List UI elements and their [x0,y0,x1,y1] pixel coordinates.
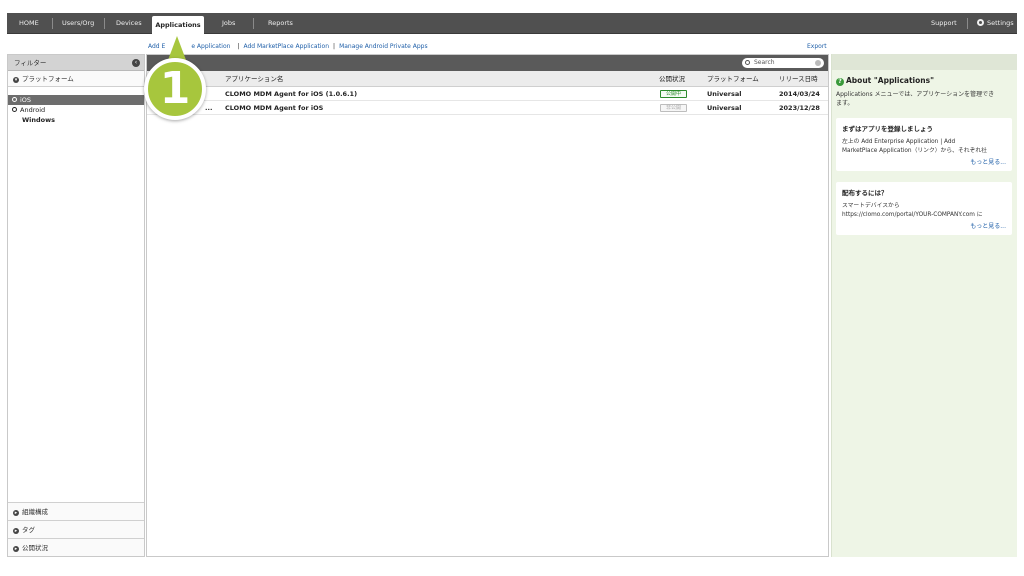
nav-settings-label: Settings [987,19,1014,27]
publish-status-section-header[interactable]: ▸ 公開状況 [8,538,144,556]
column-header-status[interactable]: 公開状況 [659,71,685,87]
release-date-cell: 2023/12/28 [779,104,820,112]
gear-icon [977,19,984,26]
card-text: 左上の Add Enterprise Application | Add [842,139,956,145]
filter-bottom-sections: ▸ 組織構成 ▸ タグ ▸ 公開状況 [8,502,144,556]
card-title: まずはアプリを登録しましょう [842,125,933,133]
radio-icon [12,107,17,112]
help-panel: ? About "Applications" Applications メニューで… [831,54,1017,557]
platform-label: iOS [20,96,32,104]
nav-reports[interactable]: Reports [268,13,293,34]
nav-devices[interactable]: Devices [116,13,142,34]
filter-title: フィルター [14,59,47,67]
platform-section-header[interactable]: ▾ プラットフォーム [8,71,144,87]
platform-filter-list: iOS Android Windows [8,87,144,125]
chevron-down-icon: ▾ [13,77,19,83]
list-toolbar: Search [147,55,828,71]
link-text-start: Add E [148,43,166,50]
section-label: タグ [22,526,35,534]
manage-android-private-apps-link[interactable]: Manage Android Private Apps [339,43,428,50]
org-section-header[interactable]: ▸ 組織構成 [8,502,144,520]
platform-label: Windows [22,116,56,124]
nav-divider [253,18,254,29]
filter-panel: フィルター ‹ ▾ プラットフォーム iOS Android Windows ▸ 組… [7,54,145,557]
platform-label: Android [20,106,46,114]
status-badge: 公開中 [660,90,688,98]
app-name[interactable]: CLOMO MDM Agent for iOS (1.0.6.1) [225,87,357,101]
link-text-end: e Application [191,43,231,50]
top-navigation-bar: HOME Users/Org Devices Applications Jobs… [7,13,1017,34]
read-more-link[interactable]: もっと見る... [842,221,1006,230]
nav-settings[interactable]: Settings [977,13,1014,34]
add-marketplace-application-link[interactable]: Add MarketPlace Application [243,43,329,50]
chevron-right-icon: ▸ [13,546,19,552]
link-separator: | [333,43,336,50]
help-title-text: About "Applications" [846,76,934,85]
chevron-right-icon: ▸ [13,510,19,516]
platform-filter-ios[interactable]: iOS [8,95,144,105]
nav-jobs[interactable]: Jobs [222,13,235,34]
status-badge: 非公開 [660,104,688,112]
clear-search-icon[interactable] [815,60,821,66]
export-link[interactable]: Export [807,43,827,50]
platform-cell: Universal [707,104,742,112]
step-number-callout: 1 [144,58,206,120]
nav-users-org[interactable]: Users/Org [62,13,94,34]
radio-icon [12,97,17,102]
collapse-panel-icon[interactable]: ‹ [132,59,140,67]
table-row[interactable]: CLOMO MDM Agent for iOS (1.0.6.1) 公開中 Un… [147,87,828,101]
platform-section-label: プラットフォーム [22,75,74,83]
card-title: 配布するには？ [842,189,888,197]
platform-filter-android[interactable]: Android [8,105,144,115]
search-placeholder: Search [754,59,775,66]
column-header-platform[interactable]: プラットフォーム [707,71,759,87]
card-text: MarketPlace Application（リンク）から、それぞれ社 [842,148,987,154]
section-label: 公開状況 [22,544,48,552]
application-list-panel: Search アプリケーション名 公開状況 プラットフォーム リリース日時 CL… [146,54,829,557]
row-prefix: ... [205,104,213,112]
help-title: ? About "Applications" [836,76,934,86]
status-cell: 非公開 [660,101,688,115]
search-input[interactable]: Search [742,58,824,68]
help-icon: ? [836,78,844,86]
nav-home[interactable]: HOME [19,13,39,34]
help-card-register: まずはアプリを登録しましょう 左上の Add Enterprise Applic… [836,118,1012,171]
nav-applications[interactable]: Applications [152,16,204,34]
filter-header: フィルター ‹ [8,55,144,71]
help-card-distribute: 配布するには？ スマートデバイスから https://clomo.com/por… [836,182,1012,235]
callout-pointer [168,36,186,60]
status-cell: 公開中 [660,87,688,101]
column-header-release[interactable]: リリース日時 [779,71,818,87]
nav-divider [104,18,105,29]
nav-divider [967,18,968,29]
section-label: 組織構成 [22,508,48,516]
help-panel-header [832,54,1017,70]
help-intro-line: Applications メニューでは、アプリケーションを管理でき [836,91,995,98]
help-intro: Applications メニューでは、アプリケーションを管理でき ます。 [836,90,1014,108]
chevron-right-icon: ▸ [13,528,19,534]
app-name[interactable]: CLOMO MDM Agent for iOS [225,101,323,115]
card-text: https://clomo.com/portal/YOUR-COMPANY.co… [842,212,983,218]
tag-section-header[interactable]: ▸ タグ [8,520,144,538]
search-icon [745,60,750,65]
nav-support[interactable]: Support [931,13,957,34]
platform-cell: Universal [707,90,742,98]
application-actions: Add Ee Application | Add MarketPlace Appli… [148,43,431,50]
release-date-cell: 2014/03/24 [779,90,820,98]
read-more-link[interactable]: もっと見る... [842,157,1006,166]
help-intro-line: ます。 [836,100,854,107]
add-enterprise-application-link[interactable]: Add E e Application [148,43,233,50]
link-separator: | [237,43,240,50]
card-text: スマートデバイスから [842,203,900,209]
platform-filter-windows[interactable]: Windows [8,115,144,125]
column-header-name[interactable]: アプリケーション名 [225,71,283,87]
table-row[interactable]: ... CLOMO MDM Agent for iOS 非公開 Universa… [147,101,828,115]
table-header: アプリケーション名 公開状況 プラットフォーム リリース日時 [147,71,828,87]
nav-divider [52,18,53,29]
